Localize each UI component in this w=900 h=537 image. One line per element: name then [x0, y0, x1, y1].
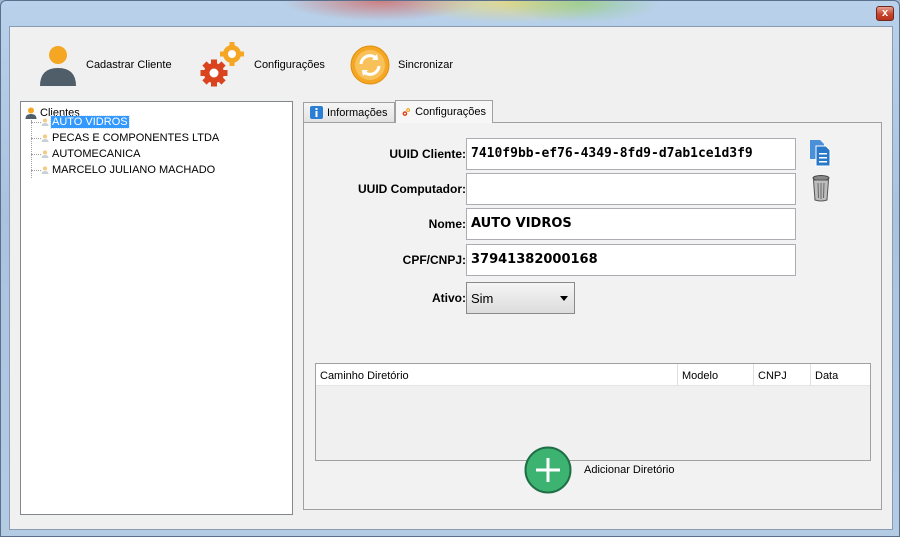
- user-icon: [41, 150, 49, 158]
- table-header: Caminho Diretório Modelo CNPJ Data: [316, 364, 870, 386]
- user-icon: [41, 166, 49, 174]
- column-header-data[interactable]: Data: [811, 364, 870, 386]
- tab-informacoes[interactable]: Informações: [303, 102, 395, 122]
- configuracoes-button[interactable]: Configurações: [200, 37, 325, 93]
- adicionar-diretorio-button[interactable]: Adicionar Diretório: [524, 446, 674, 494]
- clients-tree[interactable]: Clientes AUTO VIDROS PECAS E COMPONENTES…: [20, 101, 293, 515]
- nome-field[interactable]: AUTO VIDROS: [466, 208, 796, 240]
- user-icon: [41, 134, 49, 142]
- application-window: x Cadastrar Cliente Configurações Sincro…: [0, 0, 900, 537]
- tree-item[interactable]: AUTOMECANICA: [31, 146, 141, 162]
- chevron-down-icon: [560, 296, 568, 301]
- ativo-label: Ativo:: [432, 291, 466, 305]
- title-bar[interactable]: x: [1, 1, 899, 25]
- uuid-cliente-label: UUID Cliente:: [389, 147, 466, 161]
- uuid-computador-label: UUID Computador:: [358, 182, 466, 196]
- column-header-cnpj[interactable]: CNPJ: [754, 364, 811, 386]
- user-icon: [41, 118, 49, 126]
- tree-item-label: AUTO VIDROS: [50, 115, 130, 129]
- tab-label: Informações: [327, 106, 388, 119]
- tab-configuracoes[interactable]: Configurações: [395, 100, 493, 123]
- ativo-select[interactable]: Sim: [466, 282, 575, 314]
- configuracoes-panel: UUID Cliente: 7410f9bb-ef76-4349-8fd9-d7…: [303, 122, 882, 510]
- gears-icon: [402, 108, 411, 116]
- tree-item[interactable]: MARCELO JULIANO MACHADO: [31, 162, 216, 178]
- user-icon: [40, 46, 76, 86]
- sincronizar-label: Sincronizar: [398, 59, 454, 71]
- info-icon: [310, 106, 323, 119]
- cpf-cnpj-field[interactable]: 37941382000168: [466, 244, 796, 276]
- cpf-cnpj-label: CPF/CNPJ:: [402, 253, 466, 267]
- configuracoes-label: Configurações: [254, 59, 325, 71]
- column-header-modelo[interactable]: Modelo: [678, 364, 754, 386]
- column-header-caminho[interactable]: Caminho Diretório: [316, 364, 678, 386]
- cpf-cnpj-row: CPF/CNPJ:: [304, 244, 466, 276]
- plus-circle-icon: [524, 446, 572, 494]
- adicionar-diretorio-label: Adicionar Diretório: [584, 464, 675, 476]
- uuid-computador-row: UUID Computador:: [304, 173, 466, 205]
- ativo-selected-value: Sim: [471, 291, 494, 306]
- main-content: Cadastrar Cliente Configurações Sincroni…: [9, 26, 893, 530]
- close-button[interactable]: x: [876, 6, 894, 21]
- copy-icon[interactable]: [809, 139, 831, 167]
- gears-icon: [200, 42, 244, 87]
- cadastrar-cliente-button[interactable]: Cadastrar Cliente: [38, 37, 172, 93]
- sincronizar-button[interactable]: Sincronizar: [350, 37, 453, 93]
- tree-item-label: MARCELO JULIANO MACHADO: [52, 164, 216, 176]
- sync-icon: [350, 45, 390, 85]
- tree-item-label: PECAS E COMPONENTES LTDA: [52, 132, 220, 144]
- cadastrar-cliente-label: Cadastrar Cliente: [86, 59, 172, 71]
- tree-item-label: AUTOMECANICA: [52, 148, 141, 160]
- uuid-cliente-field[interactable]: 7410f9bb-ef76-4349-8fd9-d7ab1ce1d3f9: [466, 138, 796, 170]
- ativo-row: Ativo:: [304, 282, 466, 314]
- tab-label: Configurações: [415, 106, 486, 118]
- tree-item[interactable]: AUTO VIDROS: [31, 114, 130, 130]
- nome-label: Nome:: [428, 217, 466, 231]
- nome-row: Nome:: [304, 208, 466, 240]
- uuid-cliente-row: UUID Cliente:: [304, 138, 466, 170]
- uuid-computador-field[interactable]: [466, 173, 796, 205]
- tree-item[interactable]: PECAS E COMPONENTES LTDA: [31, 130, 220, 146]
- trash-icon[interactable]: [811, 174, 831, 202]
